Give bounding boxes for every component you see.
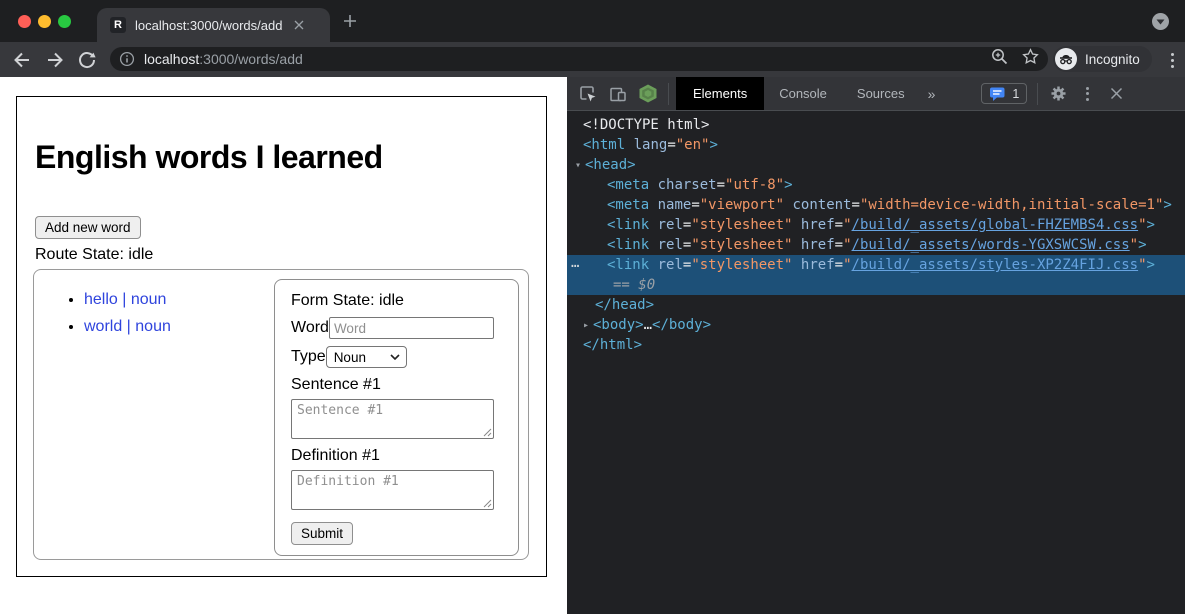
devtools-menu-icon[interactable] (1077, 84, 1097, 104)
code-line[interactable]: <meta name="viewport" content="width=dev… (567, 195, 1185, 215)
url-path: :3000/words/add (199, 51, 303, 67)
selected-line-gutter-icon[interactable]: … (571, 253, 580, 273)
titlebar: R localhost:3000/words/add (0, 0, 1185, 42)
resize-handle-icon[interactable] (483, 499, 492, 508)
site-info-icon[interactable] (118, 50, 136, 68)
add-word-form: Form State: idle Word Type Noun (274, 279, 519, 556)
collapse-arrow-icon[interactable]: ▸ (583, 316, 593, 336)
navigation-toolbar: localhost:3000/words/add (0, 42, 1185, 77)
code-line[interactable]: <!DOCTYPE html> (567, 115, 1185, 135)
type-row: Type Noun (291, 346, 494, 368)
chevron-down-icon (390, 354, 400, 360)
word-input[interactable] (329, 317, 494, 339)
word-link[interactable]: hello | noun (84, 291, 166, 308)
incognito-badge: Incognito (1053, 46, 1152, 72)
expand-arrow-icon[interactable]: ▾ (575, 156, 585, 176)
reload-icon[interactable] (74, 47, 100, 73)
zoom-icon[interactable] (990, 47, 1009, 71)
omnibox[interactable]: localhost:3000/words/add (110, 47, 1048, 71)
add-new-word-button[interactable]: Add new word (35, 216, 141, 239)
submit-button[interactable]: Submit (291, 522, 353, 545)
issues-count: 1 (1012, 87, 1019, 101)
route-state-text: Route State: idle (35, 246, 546, 264)
code-line[interactable]: ▸<body>…</body> (567, 315, 1185, 335)
issues-badge[interactable]: 1 (981, 83, 1027, 104)
tab-title: localhost:3000/words/add (135, 18, 285, 33)
definition-textarea[interactable] (291, 470, 494, 510)
devtools-panel: Elements Console Sources » 1 (567, 77, 1185, 614)
inspect-element-icon[interactable] (578, 84, 598, 104)
tab-elements[interactable]: Elements (676, 77, 764, 110)
incognito-icon (1055, 48, 1077, 70)
new-tab-button[interactable] (341, 12, 359, 30)
code-line[interactable]: == $0 (567, 275, 1185, 295)
devtools-toolbar: Elements Console Sources » 1 (567, 77, 1185, 111)
browser-window: R localhost:3000/words/add (0, 0, 1185, 614)
tab-close-icon[interactable] (291, 17, 307, 33)
devtools-close-icon[interactable] (1106, 84, 1126, 104)
sentence-textarea[interactable] (291, 399, 494, 439)
extension-hexagon-icon[interactable] (638, 84, 658, 104)
code-line[interactable]: ▾<head> (567, 155, 1185, 175)
sentence-label: Sentence #1 (291, 376, 494, 394)
tab-console[interactable]: Console (764, 77, 842, 110)
form-state-text: Form State: idle (291, 292, 494, 310)
web-page: English words I learned Add new word Rou… (0, 77, 567, 614)
words-panel: hello | noun world | noun Form State: id… (33, 269, 529, 560)
forward-icon[interactable] (42, 47, 68, 73)
code-line[interactable]: </html> (567, 335, 1185, 355)
device-toolbar-icon[interactable] (608, 84, 628, 104)
macos-minimize-button[interactable] (38, 15, 51, 28)
remix-favicon-icon: R (110, 17, 126, 33)
code-line[interactable]: </head> (567, 295, 1185, 315)
definition-label: Definition #1 (291, 447, 494, 465)
code-line[interactable]: <link rel="stylesheet" href="/build/_ass… (567, 215, 1185, 235)
browser-menu-icon[interactable] (1162, 47, 1182, 73)
tab-search-button[interactable] (1152, 13, 1169, 30)
tab-sources[interactable]: Sources (842, 77, 920, 110)
bookmark-star-icon[interactable] (1021, 47, 1040, 71)
macos-fullscreen-button[interactable] (58, 15, 71, 28)
url-host: localhost (144, 51, 199, 67)
type-select[interactable]: Noun (326, 346, 407, 368)
browser-tab[interactable]: R localhost:3000/words/add (97, 8, 330, 42)
page-container: English words I learned Add new word Rou… (16, 96, 547, 577)
devtools-code: <!DOCTYPE html><html lang="en">▾<head><m… (567, 112, 1185, 614)
word-label: Word (291, 319, 329, 337)
word-link[interactable]: world | noun (84, 318, 171, 335)
back-icon[interactable] (9, 47, 35, 73)
resize-handle-icon[interactable] (483, 428, 492, 437)
code-line[interactable]: <meta charset="utf-8"> (567, 175, 1185, 195)
url-text: localhost:3000/words/add (144, 51, 303, 67)
type-select-value: Noun (334, 350, 366, 365)
page-title: English words I learned (35, 139, 546, 176)
more-tabs-icon[interactable]: » (922, 86, 942, 102)
code-line[interactable]: <link rel="stylesheet" href="/build/_ass… (567, 235, 1185, 255)
macos-close-button[interactable] (18, 15, 31, 28)
word-row: Word (291, 317, 494, 339)
issues-bubble-icon (989, 86, 1006, 102)
incognito-label: Incognito (1085, 52, 1140, 67)
type-label: Type (291, 348, 326, 366)
code-line[interactable]: <html lang="en"> (567, 135, 1185, 155)
code-line[interactable]: …<link rel="stylesheet" href="/build/_as… (567, 255, 1185, 275)
settings-gear-icon[interactable] (1048, 84, 1068, 104)
content-area: English words I learned Add new word Rou… (0, 77, 1185, 614)
